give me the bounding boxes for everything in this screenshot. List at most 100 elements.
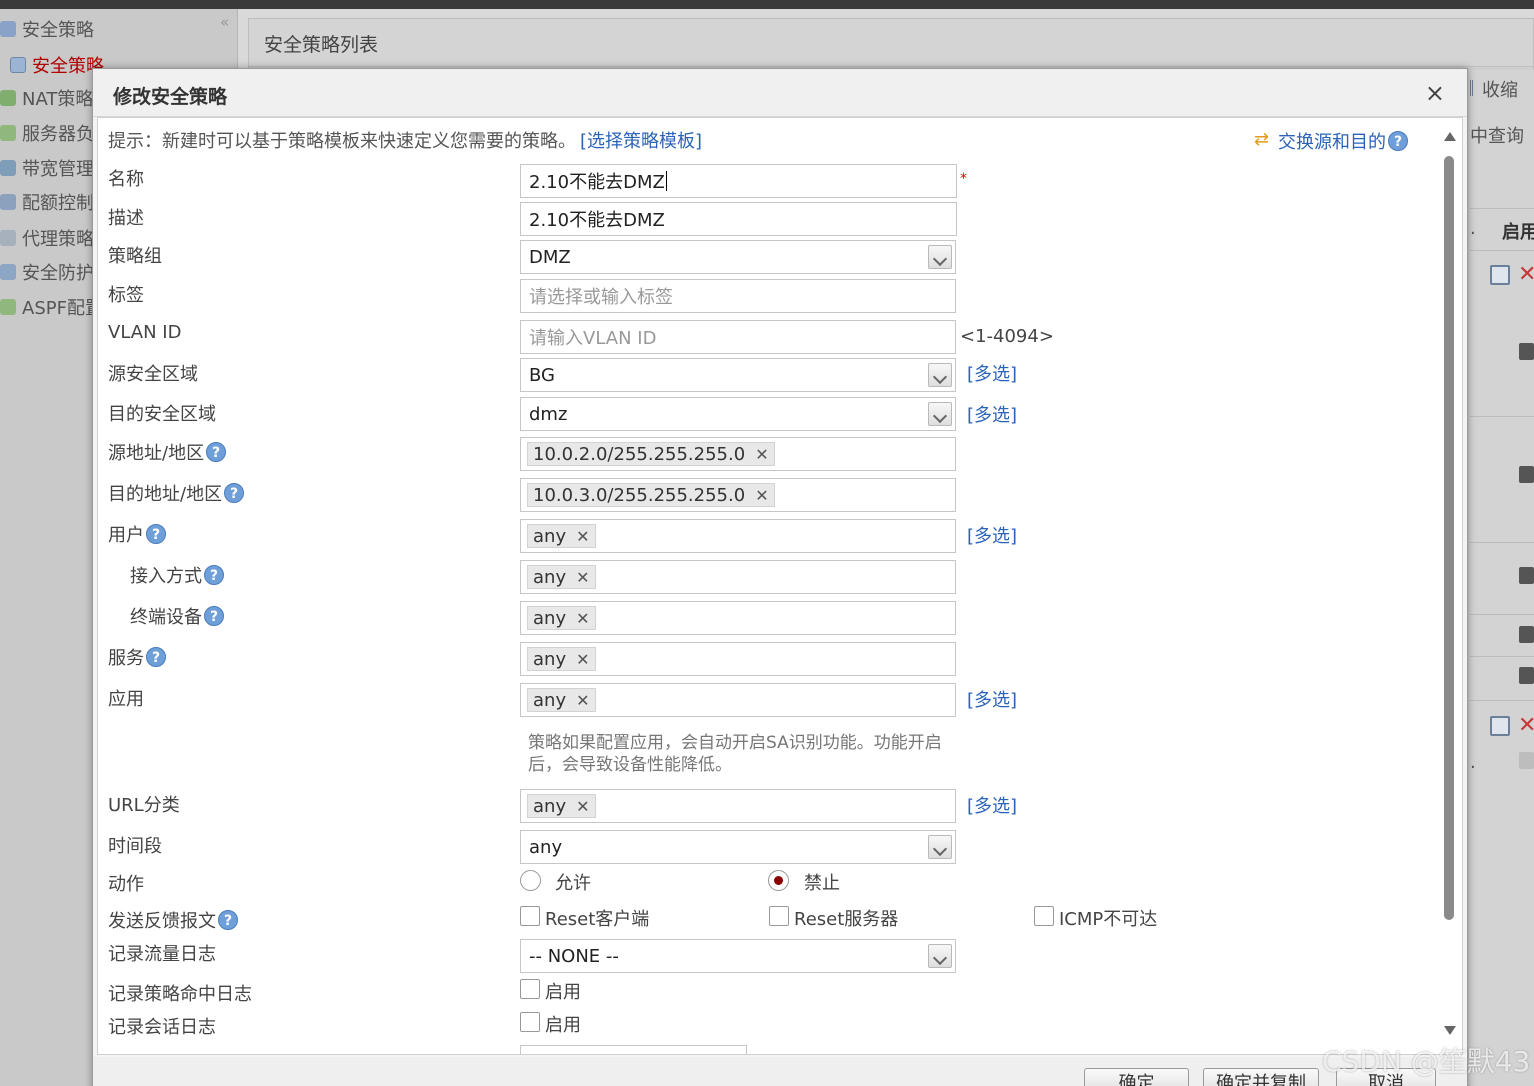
query-link[interactable]: 中查询: [1470, 122, 1524, 148]
enabled-checkbox[interactable]: [1519, 343, 1534, 360]
chip-label: any: [533, 689, 567, 711]
nav-item-security-policy-group[interactable]: 安全策略: [0, 14, 94, 44]
action-label: 动作: [108, 874, 144, 895]
chevron-down-icon[interactable]: [928, 402, 952, 426]
edit-icon[interactable]: [1490, 716, 1510, 736]
traffic-log-select[interactable]: -- NONE --: [520, 939, 956, 973]
vlan-id-input[interactable]: 请输入VLAN ID: [520, 320, 956, 354]
help-icon[interactable]: ?: [224, 483, 245, 503]
select-template-link[interactable]: [选择策略模板]: [580, 127, 702, 153]
icmp-unreachable-checkbox[interactable]: [1034, 906, 1054, 926]
access-mode-input[interactable]: any ✕: [520, 560, 956, 594]
nav-item-quota[interactable]: 配额控制: [0, 187, 94, 217]
scroll-down-icon[interactable]: [1444, 1026, 1456, 1035]
nav-item-protection[interactable]: 安全防护: [0, 257, 94, 287]
vlan-id-range: <1-4094>: [960, 326, 1054, 347]
traffic-log-value: -- NONE --: [529, 945, 619, 967]
enabled-checkbox[interactable]: [1519, 626, 1534, 643]
src-addr-label-text: 源地址/地区: [108, 443, 205, 464]
dst-addr-input[interactable]: 10.0.3.0/255.255.255.0 ✕: [520, 478, 956, 512]
collapse-nav-icon[interactable]: «: [220, 13, 229, 31]
remove-chip-icon[interactable]: ✕: [576, 568, 589, 587]
collapse-toggle[interactable]: 收缩: [1470, 76, 1518, 102]
chevron-down-icon[interactable]: [928, 363, 952, 387]
delete-icon[interactable]: ✕: [1518, 262, 1534, 287]
action-permit-label: 允许: [555, 873, 591, 894]
user-input[interactable]: any ✕: [520, 519, 956, 553]
url-category-multiselect-link[interactable]: [多选]: [967, 792, 1017, 818]
time-range-select[interactable]: any: [520, 830, 956, 864]
name-input[interactable]: 2.10不能去DMZ: [520, 164, 957, 198]
nav-item-security-policy[interactable]: 安全策略: [10, 50, 104, 80]
description-input[interactable]: 2.10不能去DMZ: [520, 202, 957, 236]
enabled-checkbox[interactable]: [1519, 466, 1534, 483]
time-range-value: any: [529, 836, 563, 858]
application-note-line: 后，会导致设备性能降低。: [528, 755, 732, 775]
reset-server-checkbox[interactable]: [769, 906, 789, 926]
chevron-down-icon[interactable]: [928, 835, 952, 859]
delete-icon[interactable]: ✕: [1518, 713, 1534, 738]
ok-and-copy-button[interactable]: 确定并复制: [1203, 1068, 1319, 1086]
nav-item-nat-policy[interactable]: NAT策略: [0, 83, 93, 113]
remove-chip-icon[interactable]: ✕: [576, 650, 589, 669]
dialog-scrollbar[interactable]: [1441, 130, 1459, 1042]
enabled-checkbox[interactable]: [1519, 567, 1534, 584]
policy-group-select[interactable]: DMZ: [520, 240, 956, 274]
nav-item-label: 服务器负: [22, 124, 94, 145]
dst-addr-chip: 10.0.3.0/255.255.255.0 ✕: [527, 483, 775, 507]
chip-label: any: [533, 795, 567, 817]
scroll-thumb[interactable]: [1444, 156, 1454, 920]
remove-chip-icon[interactable]: ✕: [755, 445, 768, 464]
help-icon[interactable]: ?: [206, 442, 227, 462]
nav-item-bandwidth[interactable]: 带宽管理: [0, 153, 94, 183]
src-zone-multiselect-link[interactable]: [多选]: [967, 360, 1017, 386]
ok-button[interactable]: 确定: [1084, 1068, 1189, 1086]
close-icon[interactable]: ×: [1425, 79, 1445, 107]
remove-chip-icon[interactable]: ✕: [755, 486, 768, 505]
feedback-label: 发送反馈报文?: [108, 907, 238, 933]
terminal-input[interactable]: any ✕: [520, 601, 956, 635]
remove-chip-icon[interactable]: ✕: [576, 527, 589, 546]
action-permit-radio[interactable]: [520, 870, 541, 891]
url-category-input[interactable]: any ✕: [520, 789, 956, 823]
src-zone-label: 源安全区域: [108, 364, 198, 385]
reset-client-checkbox[interactable]: [520, 906, 540, 926]
help-icon[interactable]: ?: [204, 606, 224, 626]
swap-src-dst-link[interactable]: 交换源和目的?: [1254, 128, 1408, 154]
application-multiselect-link[interactable]: [多选]: [967, 686, 1017, 712]
vlan-id-placeholder: 请输入VLAN ID: [529, 328, 657, 349]
remove-chip-icon[interactable]: ✕: [576, 797, 589, 816]
chevron-down-icon[interactable]: [928, 245, 952, 269]
src-zone-select[interactable]: BG: [520, 358, 956, 392]
dst-zone-multiselect-link[interactable]: [多选]: [967, 401, 1017, 427]
nav-item-aspf[interactable]: ASPF配置: [0, 292, 103, 322]
src-addr-input[interactable]: 10.0.2.0/255.255.255.0 ✕: [520, 437, 956, 471]
nav-item-server-lb[interactable]: 服务器负: [0, 118, 94, 148]
chevron-down-icon[interactable]: [928, 944, 952, 968]
chip-label: any: [533, 525, 567, 547]
help-icon[interactable]: ?: [1388, 131, 1408, 151]
enabled-checkbox[interactable]: [1519, 667, 1534, 684]
user-multiselect-link[interactable]: [多选]: [967, 522, 1017, 548]
nav-item-proxy[interactable]: 代理策略: [0, 223, 94, 253]
src-addr-label: 源地址/地区?: [108, 439, 227, 465]
action-deny-radio[interactable]: [768, 870, 789, 891]
scroll-up-icon[interactable]: [1444, 132, 1456, 141]
help-icon[interactable]: ?: [146, 524, 166, 544]
policy-hit-log-checkbox[interactable]: [520, 979, 540, 999]
policy-group-label: 策略组: [108, 246, 162, 267]
server-icon: [0, 125, 16, 141]
edit-icon[interactable]: [1490, 265, 1510, 285]
collapse-label: 收缩: [1482, 80, 1518, 101]
remove-chip-icon[interactable]: ✕: [576, 691, 589, 710]
url-category-label: URL分类: [108, 795, 180, 816]
dst-zone-select[interactable]: dmz: [520, 397, 956, 431]
help-icon[interactable]: ?: [146, 647, 166, 667]
session-log-checkbox[interactable]: [520, 1012, 540, 1032]
help-icon[interactable]: ?: [204, 565, 224, 585]
application-input[interactable]: any ✕: [520, 683, 956, 717]
help-icon[interactable]: ?: [218, 910, 238, 930]
tag-input[interactable]: 请选择或输入标签: [520, 279, 956, 313]
service-input[interactable]: any ✕: [520, 642, 956, 676]
remove-chip-icon[interactable]: ✕: [576, 609, 589, 628]
